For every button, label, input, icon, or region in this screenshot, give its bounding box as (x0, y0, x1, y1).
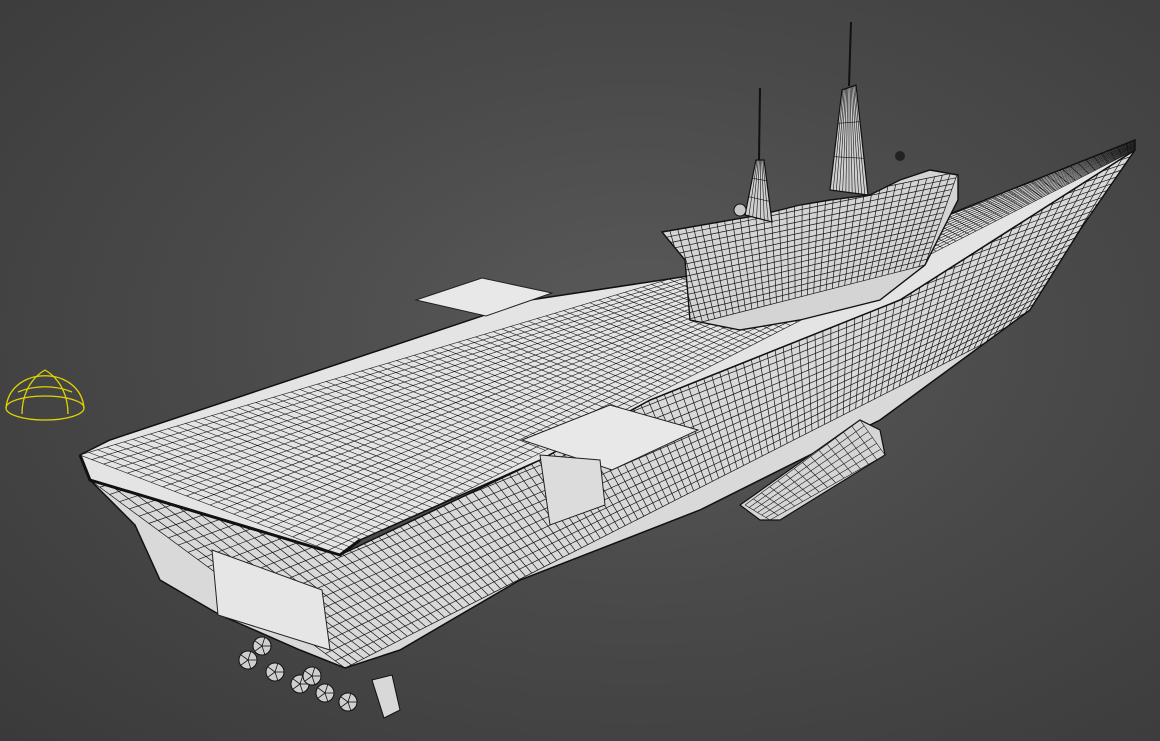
gizmo-base-ring (5, 395, 85, 421)
forward-mast (848, 21, 852, 87)
carrier-hull[interactable] (78, 138, 1136, 719)
scene-canvas[interactable] (0, 0, 1160, 741)
dome-gizmo-icon (5, 375, 85, 409)
rudder (371, 674, 401, 719)
sensor-sphere (733, 203, 747, 217)
3d-viewport[interactable] (0, 0, 1160, 741)
radar-dome (895, 151, 905, 161)
aft-mast (758, 87, 761, 161)
light-helper[interactable] (5, 369, 85, 421)
